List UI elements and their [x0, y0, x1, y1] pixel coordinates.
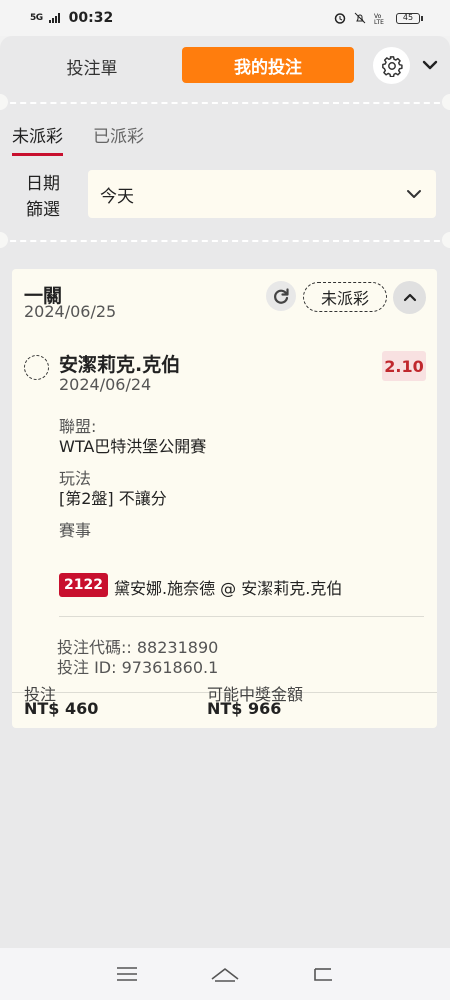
bet-id: 投注 ID: 97361860.1 — [57, 658, 219, 677]
menu-icon[interactable] — [115, 965, 139, 983]
clock: 00:32 — [68, 10, 114, 26]
stake-value: NT$ 460 — [24, 699, 99, 718]
home-icon[interactable] — [210, 965, 240, 983]
mute-icon — [354, 12, 366, 24]
selection-name: 安潔莉克.克伯 — [59, 354, 181, 376]
divider — [0, 102, 450, 104]
collapse-card-button[interactable] — [393, 281, 426, 314]
battery-icon: 45 — [396, 12, 423, 24]
alarm-icon — [334, 13, 346, 24]
gear-icon — [381, 55, 403, 77]
ticket-notch — [0, 232, 8, 248]
collapse-panel-button[interactable] — [420, 55, 440, 75]
signal-icon — [48, 13, 60, 23]
date-filter-label: 日期 篩選 — [26, 174, 60, 220]
network-indicator: 5G — [30, 13, 43, 23]
tab-settled[interactable]: 已派彩 — [93, 122, 144, 156]
system-nav-bar — [0, 948, 450, 1000]
tab-unsettled[interactable]: 未派彩 — [12, 122, 63, 156]
refresh-icon — [274, 288, 289, 304]
pending-status-icon — [24, 355, 49, 380]
status-right: Vo LTE 45 — [334, 12, 423, 24]
settlement-tabs: 未派彩 已派彩 — [12, 122, 144, 156]
market-value: [第2盤] 不讓分 — [59, 489, 167, 508]
odds-badge: 2.10 — [382, 351, 426, 381]
chevron-down-icon — [422, 60, 438, 70]
chevron-up-icon — [403, 293, 416, 301]
chevron-down-icon — [407, 190, 421, 198]
settings-button[interactable] — [373, 47, 410, 84]
status-bar: 5G 00:32 Vo LTE 45 — [0, 0, 450, 36]
back-icon[interactable] — [311, 965, 335, 983]
tab-bet-slip[interactable]: 投注單 — [40, 54, 144, 79]
selection-date: 2024/06/24 — [59, 375, 152, 394]
date-filter-select[interactable]: 今天 — [88, 170, 436, 218]
event-label: 賽事 — [59, 521, 92, 540]
ticket-notch — [442, 232, 450, 248]
divider — [0, 240, 450, 242]
ticket-notch — [442, 94, 450, 110]
volte-icon: VoLTE — [374, 13, 384, 24]
tab-my-bets[interactable]: 我的投注 — [182, 47, 354, 83]
bet-status-badge: 未派彩 — [303, 282, 387, 312]
payout-value: NT$ 966 — [207, 699, 282, 718]
bet-placed-date: 2024/06/25 — [24, 302, 117, 321]
refresh-button[interactable] — [266, 281, 296, 311]
my-bets-panel: 投注單 我的投注 未派彩 已派彩 日期 篩選 今天 一關 2024/06/25 … — [0, 36, 450, 948]
bet-card: 一關 2024/06/25 未派彩 安潔莉克.克伯 2024/06/24 2.1… — [12, 269, 437, 728]
event-code-badge: 2122 — [59, 573, 108, 597]
date-filter-value: 今天 — [100, 186, 134, 207]
league-value: WTA巴特洪堡公開賽 — [59, 437, 207, 456]
status-left: 5G 00:32 — [30, 10, 113, 26]
panel-header: 投注單 我的投注 — [0, 36, 450, 96]
divider — [59, 616, 424, 617]
ticket-notch — [0, 94, 8, 110]
event-name: 黛安娜.施奈德 @ 安潔莉克.克伯 — [114, 579, 343, 598]
svg-text:LTE: LTE — [374, 19, 384, 24]
